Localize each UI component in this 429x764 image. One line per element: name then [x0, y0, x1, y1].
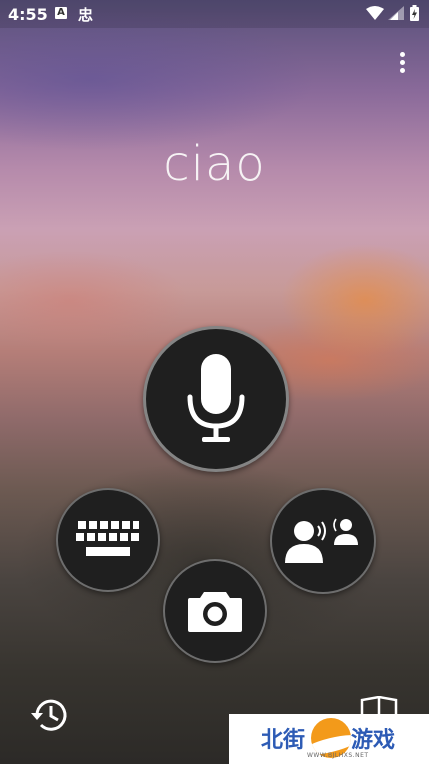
watermark-left-text: 北街: [261, 728, 306, 753]
history-button[interactable]: [30, 695, 70, 735]
notification-a-icon: A: [55, 7, 67, 19]
microphone-button[interactable]: [143, 326, 289, 472]
watermark-banner: 北街 游戏 WWW.BJLHXS.NET: [229, 714, 429, 764]
notification-app-icon: 忠: [78, 6, 94, 24]
more-vert-icon-dot: [400, 60, 405, 65]
signal-icon: [388, 6, 404, 20]
translation-text: ciao: [163, 136, 266, 192]
keyboard-icon: [76, 521, 139, 556]
more-vert-icon: [400, 52, 405, 57]
watermark-url-text: WWW.BJLHXS.NET: [307, 752, 369, 759]
battery-icon: [410, 5, 419, 21]
overflow-menu-button[interactable]: [392, 52, 414, 78]
status-time: 4:55: [8, 5, 48, 24]
history-icon: [31, 699, 67, 731]
more-vert-icon-dot: [400, 68, 405, 73]
wifi-icon: [366, 6, 384, 20]
conversation-icon: [285, 518, 358, 563]
conversation-button[interactable]: [270, 488, 376, 594]
keyboard-button[interactable]: [56, 488, 160, 592]
microphone-icon: [187, 354, 245, 442]
camera-button[interactable]: [163, 559, 267, 663]
camera-icon: [188, 592, 242, 632]
status-bar: 4:55 A 忠: [0, 0, 429, 28]
watermark-right-text: 游戏: [351, 728, 396, 753]
